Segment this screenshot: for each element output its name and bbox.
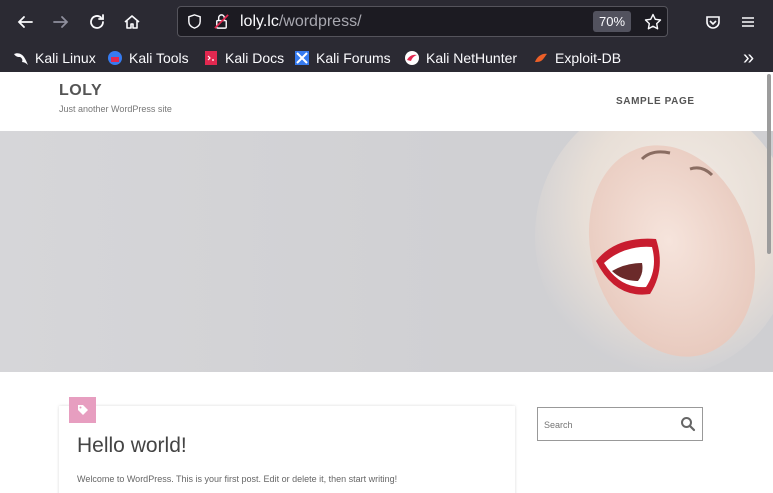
bookmarks-toolbar: Kali Linux Kali Tools Kali Docs Kali For… — [0, 44, 773, 72]
woman-fur-hood-photo — [535, 131, 773, 372]
site-title[interactable]: LOLY — [59, 82, 102, 100]
zoom-level-button[interactable]: 70% — [593, 11, 631, 32]
forward-button[interactable] — [47, 8, 75, 36]
tag-icon — [77, 405, 88, 415]
arrow-left-icon — [17, 16, 33, 28]
bookmark-label: Kali Tools — [129, 50, 189, 66]
kali-dragon-icon — [14, 53, 28, 65]
arrow-right-icon — [53, 16, 69, 28]
back-button[interactable] — [11, 8, 39, 36]
hero-image — [0, 131, 773, 372]
post-format-badge — [69, 397, 96, 423]
bookmark-label: Kali Docs — [225, 50, 285, 66]
reload-icon — [90, 14, 104, 29]
bookmark-label: Kali NetHunter — [426, 50, 518, 66]
url-text[interactable]: loly.lc/wordpress/ — [240, 13, 362, 31]
pocket-button[interactable] — [699, 8, 727, 36]
nav-item-sample-page[interactable]: SAMPLE PAGE — [616, 96, 695, 107]
search-input[interactable] — [542, 416, 676, 434]
insecure-lock-icon[interactable] — [213, 13, 230, 30]
bookmark-kali-docs[interactable]: Kali Docs — [203, 48, 284, 68]
exploit-db-icon — [535, 53, 547, 62]
reload-button[interactable] — [83, 8, 111, 36]
hamburger-menu-icon — [742, 17, 754, 27]
star-icon[interactable] — [644, 13, 662, 31]
kali-docs-icon — [205, 51, 217, 65]
bookmark-kali-forums[interactable]: Kali Forums — [294, 48, 391, 68]
pocket-icon — [706, 16, 720, 29]
bookmark-kali-linux[interactable]: Kali Linux — [13, 48, 96, 68]
bookmark-label: Exploit-DB — [555, 50, 622, 66]
menu-button[interactable] — [734, 8, 762, 36]
post-title[interactable]: Hello world! — [77, 434, 187, 458]
bookmarks-overflow-button[interactable]: » — [743, 47, 754, 69]
site-header: LOLY Just another WordPress site SAMPLE … — [0, 72, 773, 132]
search-widget — [537, 407, 703, 441]
home-icon — [124, 15, 140, 29]
browser-toolbar: loly.lc/wordpress/ 70% — [0, 0, 773, 44]
nethunter-icon — [405, 51, 419, 65]
bookmark-label: Kali Linux — [35, 50, 96, 66]
post-card: Hello world! Welcome to WordPress. This … — [59, 397, 515, 493]
bookmark-kali-nethunter[interactable]: Kali NetHunter — [404, 48, 517, 68]
shield-icon[interactable] — [186, 13, 203, 30]
site-tagline: Just another WordPress site — [59, 104, 172, 114]
kali-forums-icon — [295, 51, 309, 65]
page-viewport: LOLY Just another WordPress site SAMPLE … — [0, 72, 773, 493]
bookmark-label: Kali Forums — [316, 50, 391, 66]
bookmark-exploit-db[interactable]: Exploit-DB — [533, 48, 621, 68]
bookmark-kali-tools[interactable]: Kali Tools — [107, 48, 189, 68]
home-button[interactable] — [118, 8, 146, 36]
kali-tools-icon — [108, 51, 122, 65]
search-icon[interactable] — [680, 416, 696, 432]
page-scrollbar[interactable] — [767, 74, 771, 254]
url-bar[interactable]: loly.lc/wordpress/ 70% — [177, 6, 668, 37]
post-excerpt: Welcome to WordPress. This is your first… — [77, 474, 398, 484]
